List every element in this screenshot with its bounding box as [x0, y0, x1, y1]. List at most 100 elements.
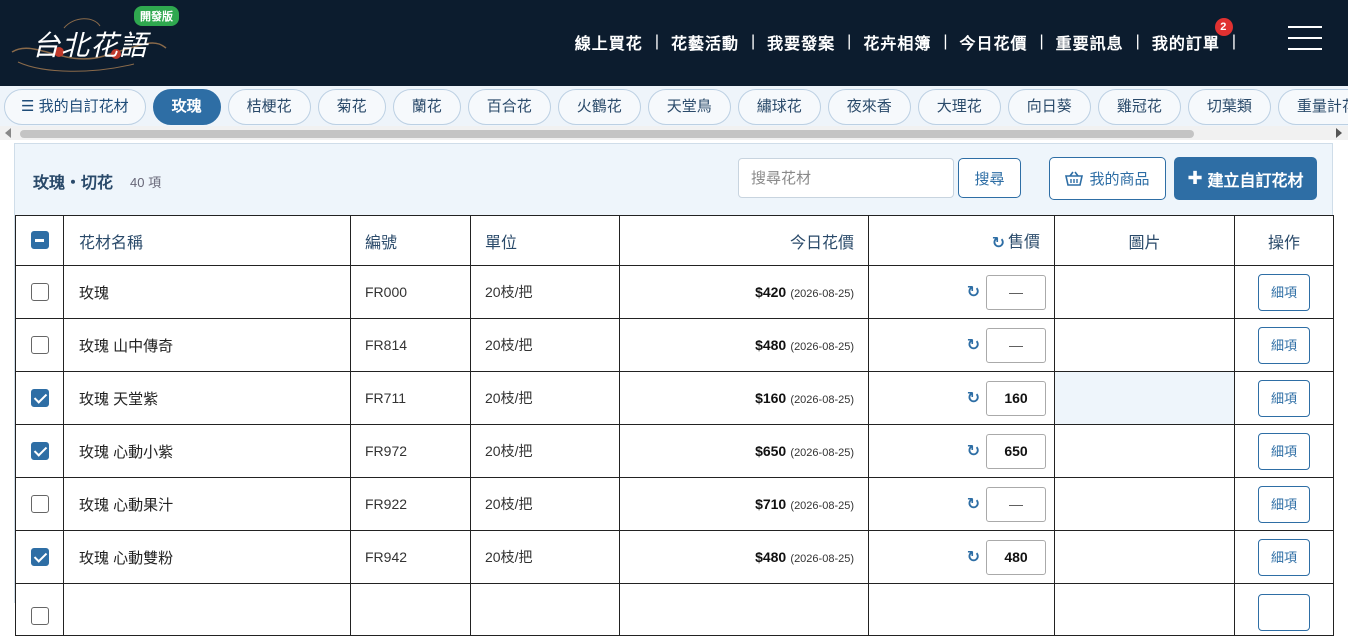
col-sell-price[interactable]: ↻ 售價: [868, 215, 1055, 266]
detail-button[interactable]: 細項: [1258, 485, 1310, 523]
row-checkbox[interactable]: [30, 548, 49, 567]
table-row[interactable]: 玫瑰 心動雙粉 FR942 20枝/把 $480 (2026-08-25) ↻ 480 細項: [15, 530, 1334, 584]
cell-empty: [619, 583, 869, 636]
nav-today-price[interactable]: 今日花價: [959, 30, 1027, 54]
sell-price-input[interactable]: 160: [986, 380, 1046, 416]
tab-category[interactable]: 百合花: [467, 89, 551, 125]
table-row[interactable]: 玫瑰 心動果汁 FR922 20枝/把 $710 (2026-08-25) ↻ — 細項: [15, 477, 1334, 531]
row-select-cell: [15, 530, 64, 584]
main-nav: 線上買花 | 花藝活動 | 我要發案 | 花卉相簿 | 今日花價 | 重要訊息 …: [575, 18, 1248, 54]
row-select-cell: [15, 265, 64, 319]
cell-name: 玫瑰 心動雙粉: [63, 530, 351, 584]
table-row[interactable]: 玫瑰 FR000 20枝/把 $420 (2026-08-25) ↻ — 細項: [15, 265, 1334, 319]
detail-button[interactable]: 細項: [1258, 432, 1310, 470]
create-custom-button[interactable]: ✚ 建立自訂花材: [1174, 157, 1317, 200]
sync-icon[interactable]: ↻: [967, 335, 980, 355]
tab-category[interactable]: 玫瑰: [152, 89, 221, 125]
nav-buy-flowers[interactable]: 線上買花: [575, 30, 643, 54]
cell-unit: 20枝/把: [470, 477, 620, 531]
detail-button[interactable]: 細項: [1258, 326, 1310, 364]
tab-my-custom[interactable]: ☰ 我的自訂花材: [4, 89, 146, 125]
cell-action: 細項: [1234, 477, 1334, 531]
scrollbar-thumb[interactable]: [20, 130, 1194, 138]
price-date: (2026-08-25): [790, 499, 854, 512]
table-row[interactable]: 玫瑰 心動小紫 FR972 20枝/把 $650 (2026-08-25) ↻ 650 細項: [15, 424, 1334, 478]
col-today-price[interactable]: 今日花價: [619, 215, 869, 266]
tab-category[interactable]: 雞冠花: [1097, 89, 1181, 125]
row-checkbox[interactable]: [30, 336, 49, 355]
detail-button[interactable]: 細項: [1258, 379, 1310, 417]
detail-button[interactable]: 細項: [1258, 538, 1310, 576]
sell-price-input[interactable]: —: [986, 274, 1046, 310]
price-value: $480: [755, 336, 787, 353]
col-code[interactable]: 編號: [350, 215, 471, 266]
table-row[interactable]: 玫瑰 山中傳奇 FR814 20枝/把 $480 (2026-08-25) ↻ — 細項: [15, 318, 1334, 372]
cell-empty: [350, 583, 471, 636]
row-checkbox[interactable]: [30, 606, 49, 625]
row-checkbox[interactable]: [30, 283, 49, 302]
cell-code: FR922: [350, 477, 471, 531]
detail-button[interactable]: 細項: [1258, 273, 1310, 311]
nav-important-news[interactable]: 重要訊息: [1056, 30, 1124, 54]
cell-action: 細項: [1234, 371, 1334, 425]
nav-floral-events[interactable]: 花藝活動: [671, 30, 739, 54]
row-checkbox[interactable]: [30, 389, 49, 408]
my-products-button[interactable]: 我的商品: [1049, 157, 1166, 200]
nav-separator: |: [654, 33, 659, 50]
sync-icon[interactable]: ↻: [967, 388, 980, 408]
cell-sell-price: ↻ —: [868, 318, 1055, 372]
tab-category[interactable]: 火鶴花: [557, 89, 641, 125]
sell-price-input[interactable]: —: [986, 486, 1046, 522]
nav-separator: |: [1039, 33, 1044, 50]
tab-category[interactable]: 蘭花: [392, 89, 461, 125]
tab-category[interactable]: 天堂鳥: [647, 89, 731, 125]
table-row[interactable]: [15, 583, 1334, 636]
tab-category[interactable]: 重量計花: [1277, 89, 1348, 125]
cell-unit: 20枝/把: [470, 371, 620, 425]
tab-category[interactable]: 菊花: [317, 89, 386, 125]
tab-category[interactable]: 大理花: [917, 89, 1001, 125]
scroll-right-icon[interactable]: [1336, 128, 1342, 138]
cell-empty: [63, 583, 351, 636]
tab-category[interactable]: 切葉類: [1187, 89, 1271, 125]
sell-price-input[interactable]: 480: [986, 539, 1046, 575]
col-name[interactable]: 花材名稱: [63, 215, 351, 266]
nav-my-orders[interactable]: 我的訂單 2: [1152, 18, 1233, 54]
nav-post-job[interactable]: 我要發案: [767, 30, 835, 54]
detail-button[interactable]: [1258, 594, 1310, 631]
tab-category[interactable]: 桔梗花: [227, 89, 311, 125]
scroll-left-icon[interactable]: [5, 128, 11, 138]
cell-today-price: $650 (2026-08-25): [619, 424, 869, 478]
create-custom-label: 建立自訂花材: [1207, 172, 1304, 190]
sync-icon[interactable]: ↻: [967, 282, 980, 302]
tab-category[interactable]: 夜來香: [827, 89, 911, 125]
sync-icon[interactable]: ↻: [992, 233, 1005, 253]
cell-sell-price: ↻ —: [868, 477, 1055, 531]
sync-icon[interactable]: ↻: [967, 494, 980, 514]
cell-unit: 20枝/把: [470, 265, 620, 319]
tab-category[interactable]: 向日葵: [1007, 89, 1091, 125]
sell-price-input[interactable]: —: [986, 327, 1046, 363]
cell-sell-price: ↻ —: [868, 265, 1055, 319]
search-button[interactable]: 搜尋: [958, 158, 1021, 198]
sync-icon[interactable]: ↻: [967, 547, 980, 567]
nav-flower-album[interactable]: 花卉相簿: [863, 30, 931, 54]
table-row[interactable]: 玫瑰 天堂紫 FR711 20枝/把 $160 (2026-08-25) ↻ 160 細項: [15, 371, 1334, 425]
cell-image: [1054, 265, 1235, 319]
sell-price-input[interactable]: 650: [986, 433, 1046, 469]
nav-separator: |: [1135, 33, 1140, 50]
col-unit[interactable]: 單位: [470, 215, 620, 266]
menu-hamburger-icon[interactable]: [1288, 26, 1322, 50]
row-checkbox[interactable]: [30, 495, 49, 514]
cell-code: FR814: [350, 318, 471, 372]
cell-today-price: $480 (2026-08-25): [619, 318, 869, 372]
row-select-cell: [15, 318, 64, 372]
tabs-scrollbar[interactable]: [0, 126, 1348, 140]
row-checkbox[interactable]: [30, 442, 49, 461]
sync-icon[interactable]: ↻: [967, 441, 980, 461]
search-input[interactable]: [738, 158, 954, 198]
tab-category[interactable]: 繡球花: [737, 89, 821, 125]
select-all-checkbox[interactable]: [30, 231, 49, 250]
basket-icon: [1065, 171, 1084, 186]
col-sell-price-label: 售價: [1007, 234, 1040, 252]
